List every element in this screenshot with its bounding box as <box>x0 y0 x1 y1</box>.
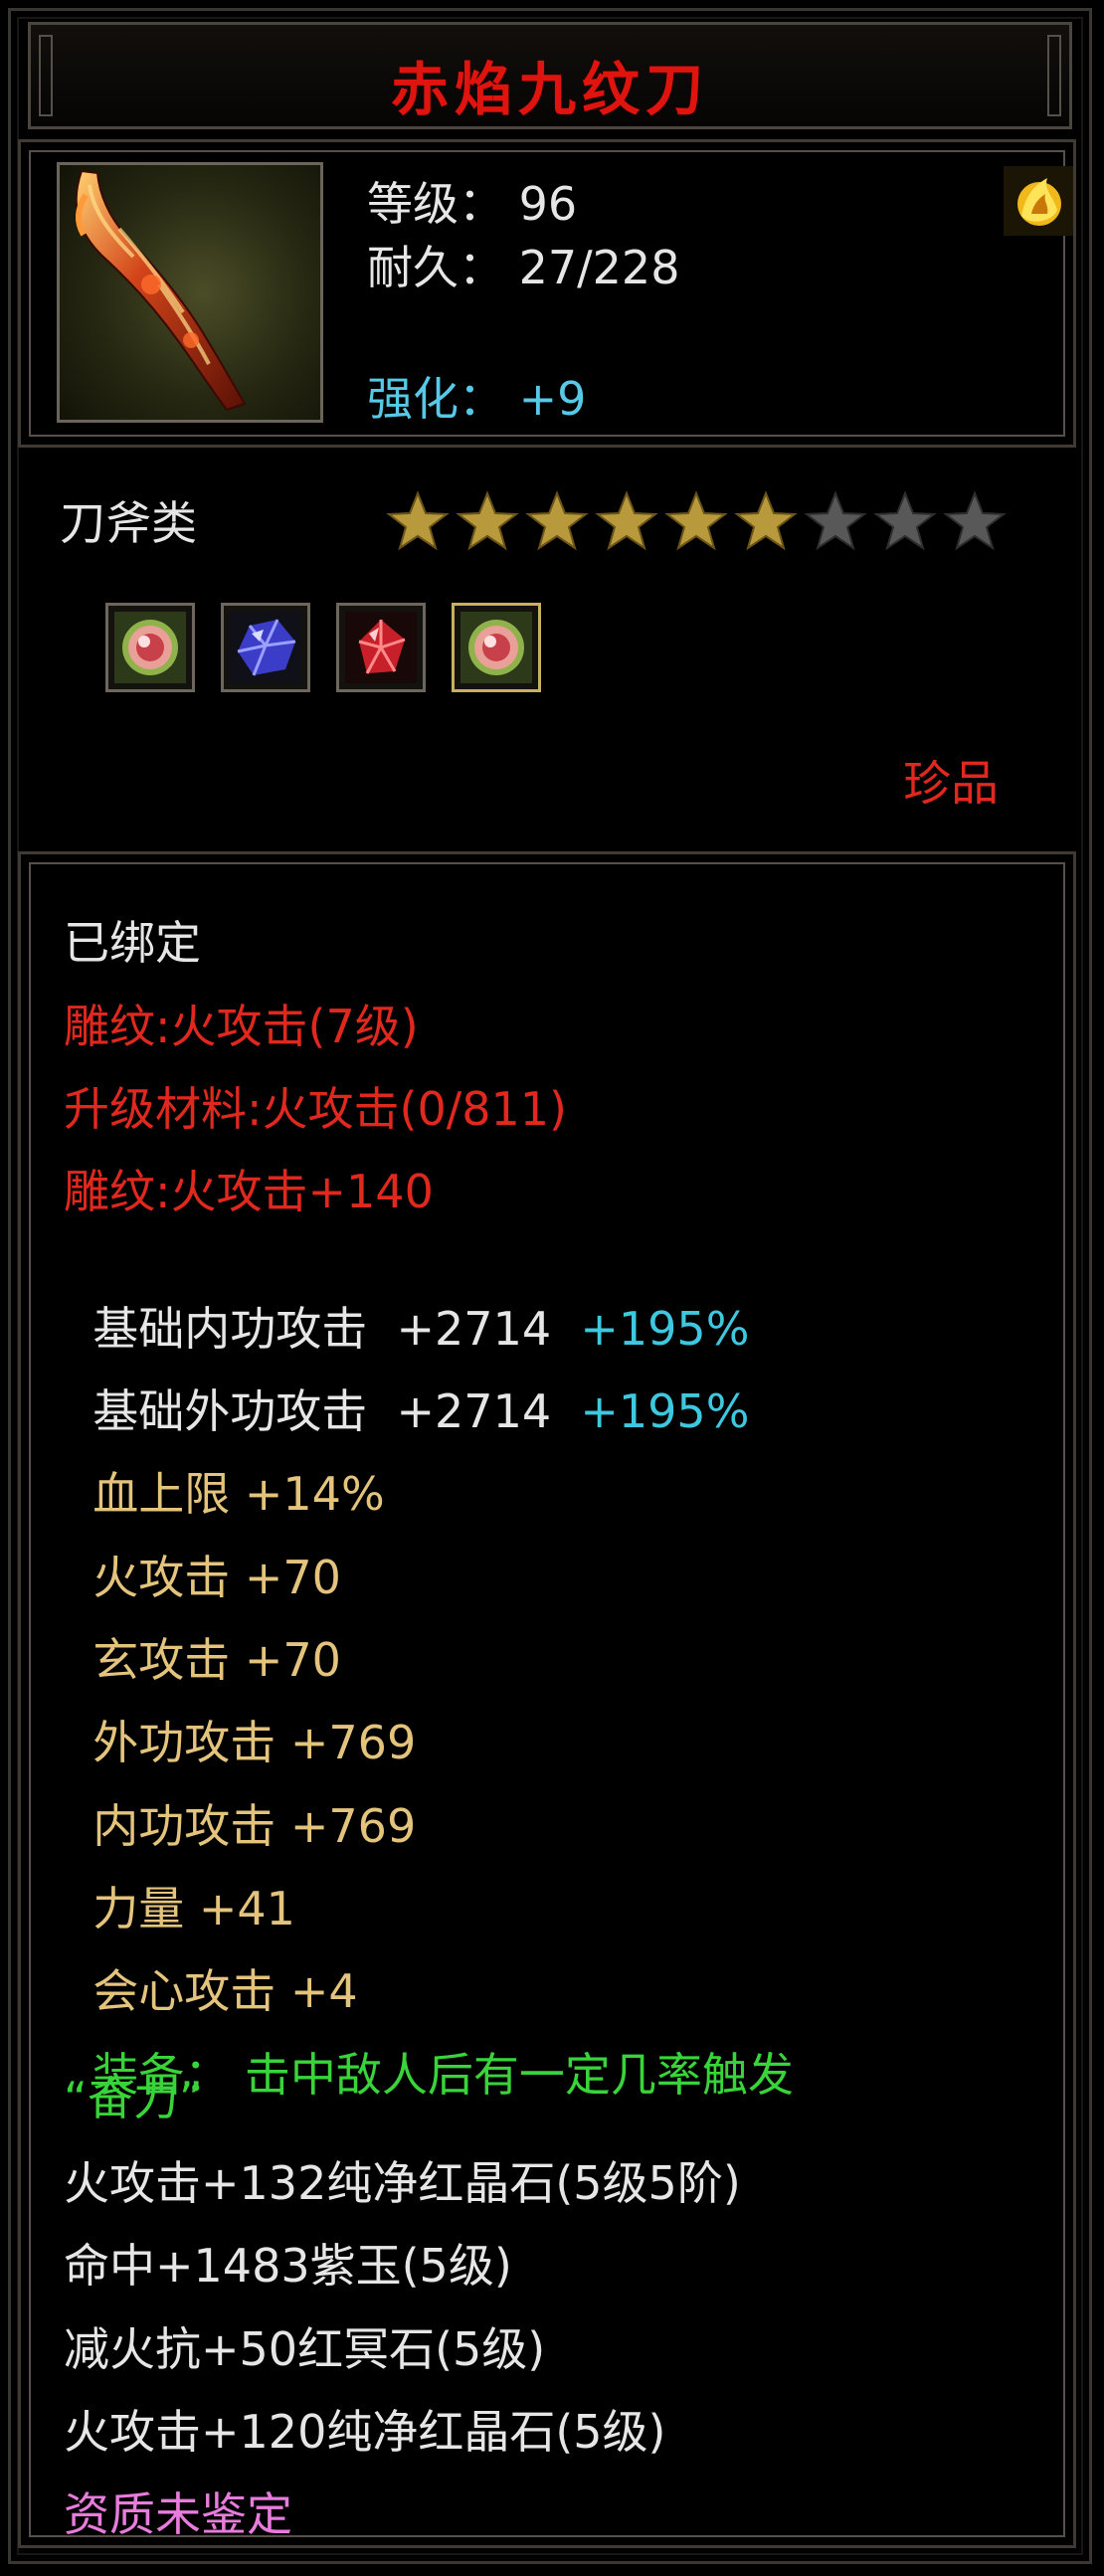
star-filled-icon <box>456 490 519 551</box>
equip-effect-name: “奋力” <box>64 2072 203 2125</box>
star-rating <box>386 489 1007 553</box>
gem-slot-1[interactable] <box>105 603 195 692</box>
level-value: 96 <box>518 177 578 231</box>
gem-slot-4[interactable] <box>452 603 541 692</box>
level-label: 等级： <box>367 177 504 231</box>
enhance-label: 强化： <box>367 372 504 426</box>
star-filled-icon <box>595 490 658 551</box>
blade-icon <box>75 169 247 412</box>
star-empty-icon <box>943 490 1007 551</box>
bound-status: 已绑定 <box>64 916 201 970</box>
upgrade-material-line: 升级材料:火攻击(0/811) <box>64 1082 567 1136</box>
enhance-row: 强化： +9 <box>367 363 586 429</box>
item-header: 等级： 96 耐久： 27/228 强化： +9 <box>18 139 1076 448</box>
engrave-line-1: 雕纹:火攻击(7级) <box>64 1000 419 1053</box>
item-name: 赤焰九纹刀 <box>390 56 709 123</box>
gem-slot-2[interactable] <box>221 603 310 692</box>
durability-value: 27/228 <box>518 241 680 294</box>
star-filled-icon <box>525 490 589 551</box>
star-empty-icon <box>873 490 937 551</box>
stat-percent: +195% <box>580 1384 750 1438</box>
stat-value: +2714 <box>396 1384 552 1438</box>
socket-line-1: 火攻击+132纯净红晶石(5级5阶) <box>64 2156 741 2210</box>
gem-slot-3[interactable] <box>336 603 426 692</box>
level-row: 等级： 96 <box>367 168 577 234</box>
round-red-gem-icon <box>460 612 532 683</box>
durability-row: 耐久： 27/228 <box>367 232 679 297</box>
enhance-value: +9 <box>518 372 587 426</box>
gold-flame-icon <box>1004 166 1073 236</box>
stat-value: +769 <box>289 1799 417 1853</box>
star-filled-icon <box>664 490 728 551</box>
star-empty-icon <box>804 490 867 551</box>
star-filled-icon <box>386 490 450 551</box>
round-red-gem-icon <box>114 612 186 683</box>
rarity-label: 珍品 <box>903 756 1000 812</box>
quality-status: 资质未鉴定 <box>64 2487 292 2541</box>
equip-text: 击中敌人后有一定几率触发 <box>244 2048 794 2102</box>
weapon-class: 刀斧类 <box>60 496 197 550</box>
red-crystal-icon <box>345 612 417 683</box>
socket-line-2: 命中+1483紫玉(5级) <box>64 2239 512 2293</box>
socket-line-4: 火攻击+120纯净红晶石(5级) <box>64 2405 666 2459</box>
durability-label: 耐久： <box>367 241 504 294</box>
engrave-line-2: 雕纹:火攻击+140 <box>64 1165 434 1218</box>
blue-crystal-icon <box>230 612 301 683</box>
item-icon-slot[interactable] <box>57 162 323 423</box>
title-bar: 赤焰九纹刀 <box>28 22 1072 129</box>
socket-line-3: 减火抗+50红冥石(5级) <box>64 2322 546 2376</box>
star-filled-icon <box>734 490 798 551</box>
